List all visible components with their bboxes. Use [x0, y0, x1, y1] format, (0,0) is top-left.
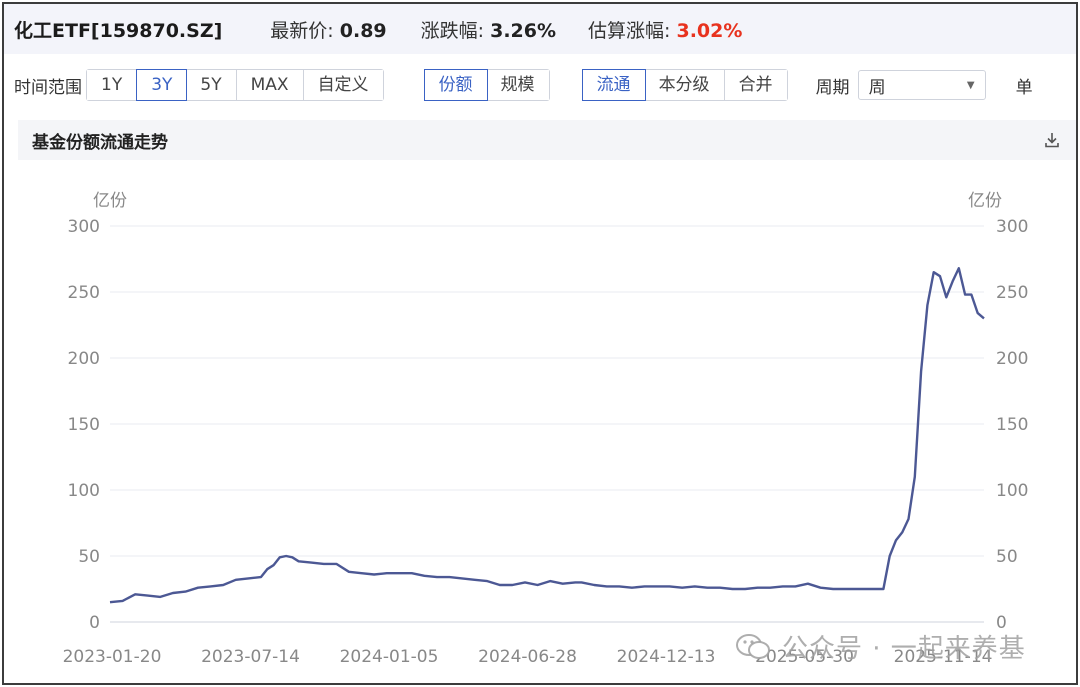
latest-price-value: 0.89	[339, 19, 387, 42]
y-tick-label-left: 50	[78, 547, 100, 567]
download-icon[interactable]	[1042, 130, 1062, 150]
metric-shares-button[interactable]: 份额	[423, 69, 488, 101]
period-label: 周期	[815, 77, 850, 98]
share-trend-chart: 亿份 亿份0 050 50100 100150 150200 200250 250300 300…	[63, 191, 1029, 667]
y-axis-left-label: 亿份	[93, 191, 127, 211]
x-tick-label: 2023-01-20	[63, 647, 162, 667]
panel-title: 基金份额流通走势	[32, 132, 168, 153]
fund-name: 化工ETF[159870.SZ]	[14, 19, 223, 42]
app-frame: 化工ETF[159870.SZ] 最新价: 0.89 涨跌幅: 3.26% 估算…	[2, 2, 1078, 685]
period-select[interactable]: 周 ▼	[857, 70, 986, 100]
x-tick-label: 2024-01-05	[340, 647, 439, 667]
watermark-text: 公众号 · 一起来养基	[782, 634, 1026, 664]
y-tick-label-left: 200	[68, 349, 100, 369]
panel-header: 基金份额流通走势	[18, 120, 1076, 160]
est-change-stat: 估算涨幅: 3.02%	[588, 16, 742, 43]
change-label: 涨跌幅:	[420, 19, 485, 42]
y-tick-label-right: 150	[996, 415, 1028, 435]
y-tick-label-right: 50	[996, 547, 1018, 567]
y-tick-label-left: 300	[68, 217, 100, 237]
watermark: 公众号 · 一起来养基	[736, 628, 1026, 665]
range-1y-button[interactable]: 1Y	[87, 70, 138, 100]
scope-circulating-button[interactable]: 流通	[581, 69, 646, 101]
range-label: 时间范围	[14, 77, 82, 98]
y-tick-label-left: 250	[68, 283, 100, 303]
range-5y-button[interactable]: 5Y	[186, 70, 237, 100]
scope-class-button[interactable]: 本分级	[644, 70, 725, 100]
range-3y-button[interactable]: 3Y	[136, 69, 188, 101]
chart-area: 亿份 亿份 0 0 50 50 100 100 150 150 200 200 250 250 300 300…	[18, 160, 1076, 683]
metric-button-group: 份额 规模	[423, 69, 550, 101]
latest-price: 最新价: 0.89	[270, 16, 386, 43]
y-tick-label-right: 300	[996, 217, 1028, 237]
truncated-label: 单	[1015, 77, 1033, 98]
change-stat: 涨跌幅: 3.26%	[421, 16, 556, 43]
y-tick-label-right: 250	[996, 283, 1028, 303]
y-tick-label-left: 0	[89, 613, 100, 633]
est-change-label: 估算涨幅:	[588, 19, 671, 42]
share-series-line	[109, 267, 985, 604]
y-tick-label-right: 200	[996, 349, 1028, 369]
fund-header: 化工ETF[159870.SZ] 最新价: 0.89 涨跌幅: 3.26% 估算…	[4, 4, 1076, 54]
y-tick-label-left: 150	[68, 415, 100, 435]
x-tick-label: 2023-07-14	[201, 647, 300, 667]
est-change-value: 3.02%	[676, 19, 743, 42]
metric-scale-button[interactable]: 规模	[486, 70, 549, 100]
wechat-icon	[736, 633, 770, 659]
scope-button-group: 流通 本分级 合并	[581, 69, 788, 101]
range-custom-button[interactable]: 自定义	[303, 70, 383, 100]
y-tick-label-left: 100	[68, 481, 100, 501]
x-tick-label: 2024-06-28	[478, 647, 577, 667]
range-max-button[interactable]: MAX	[236, 70, 304, 100]
chevron-down-icon: ▼	[966, 79, 975, 91]
latest-price-label: 最新价:	[270, 19, 334, 42]
scope-merged-button[interactable]: 合并	[724, 70, 787, 100]
y-tick-label-right: 100	[996, 481, 1028, 501]
x-tick-label: 2024-12-13	[617, 647, 716, 667]
chart-controls: 时间范围 1Y 3Y 5Y MAX 自定义 份额 规模 流通 本分级 合并 周期…	[4, 68, 1076, 102]
range-button-group: 1Y 3Y 5Y MAX 自定义	[86, 69, 384, 101]
y-axis-right-label: 亿份	[968, 191, 1002, 211]
period-select-value: 周	[868, 77, 886, 98]
change-value: 3.26%	[490, 19, 557, 42]
